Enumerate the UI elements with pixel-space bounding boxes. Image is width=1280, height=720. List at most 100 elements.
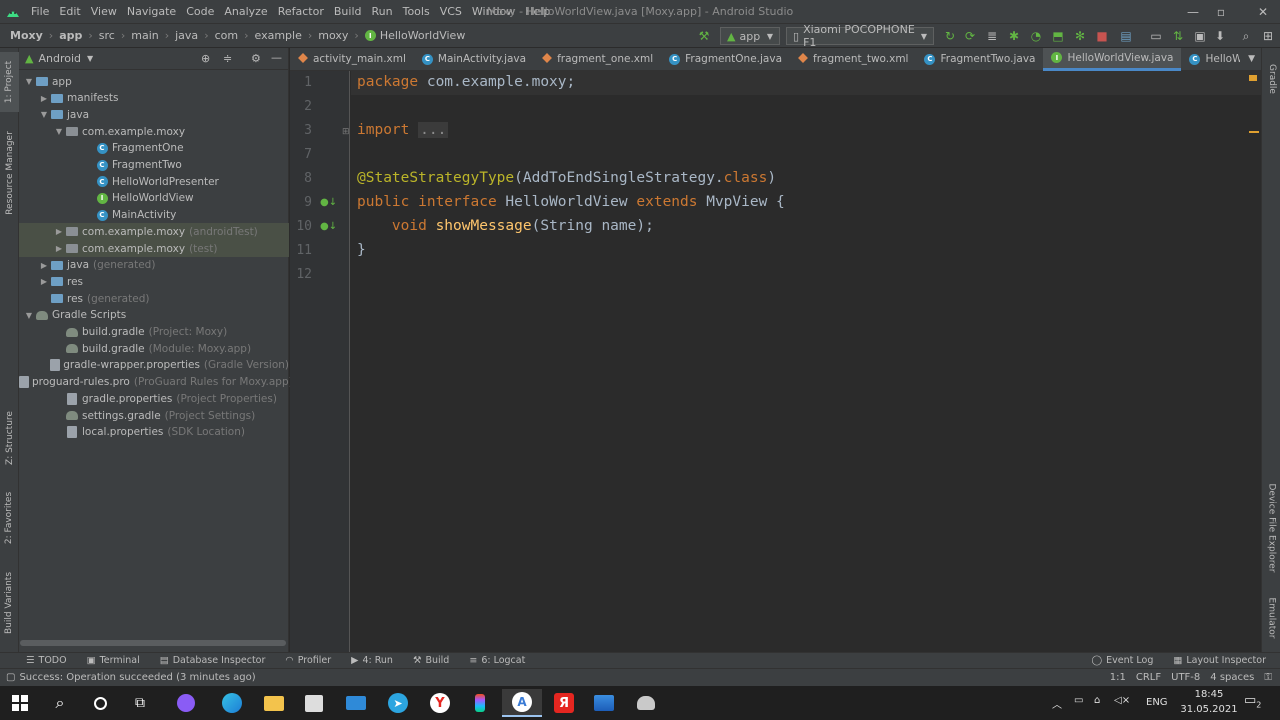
expanded-arrow-icon[interactable]: ▼ [38,110,50,119]
device-manager-icon[interactable]: ▭ [1148,28,1164,44]
file-explorer-icon[interactable] [254,689,294,717]
tab-build-variants[interactable]: Build Variants [0,568,19,638]
clock-date[interactable]: 31.05.2021 [1180,704,1238,715]
close-icon[interactable]: ✕ [1246,0,1280,24]
layout-inspector-button[interactable]: ▦ Layout Inspector [1163,655,1276,666]
rerun-icon[interactable]: ↻ [942,28,958,44]
menu-code[interactable]: Code [181,0,219,24]
hammer-icon[interactable]: ⚒ [696,28,712,44]
run-button[interactable]: ▶ 4: Run [341,655,403,666]
logcat-button[interactable]: ≡ 6: Logcat [459,655,535,666]
collapsed-arrow-icon[interactable]: ▶ [53,227,65,236]
editor-tab[interactable]: C MainActivity.java [414,48,534,71]
event-log-button[interactable]: ◯ Event Log [1082,655,1164,666]
gear-icon[interactable]: ⚙ [251,52,261,65]
edge-icon[interactable] [212,689,252,717]
tab-project[interactable]: 1: Project [0,52,19,112]
tree-item[interactable]: proguard-rules.pro (ProGuard Rules for Mo… [19,374,293,391]
alice-icon[interactable] [166,689,206,717]
tray-chevron-up-icon[interactable]: ︿ [1052,696,1062,711]
yandex-browser-icon[interactable]: Y [420,689,460,717]
avd-icon[interactable]: ▣ [1192,28,1208,44]
locate-icon[interactable]: ⊕ [201,52,210,65]
chevron-down-icon[interactable]: ▼ [87,54,93,63]
line-separator[interactable]: CRLF [1136,672,1161,683]
tab-emulator[interactable]: Emulator [1262,588,1280,648]
tree-item[interactable]: gradle.properties (Project Properties) [19,390,289,407]
photos-icon[interactable] [584,689,624,717]
editor-tab[interactable]: C HelloWorldPres [1181,48,1240,71]
tree-item[interactable]: gradle-wrapper.properties (Gradle Version… [19,357,289,374]
tree-item[interactable]: I HelloWorldView [19,190,289,207]
breadcrumb-item[interactable]: app [57,29,84,42]
status-message[interactable]: Success: Operation succeeded (3 minutes … [19,672,255,683]
tab-device-file-explorer[interactable]: Device File Explorer [1262,468,1280,588]
file-encoding[interactable]: UTF-8 [1171,672,1200,683]
task-view-icon[interactable]: ⧉ [120,689,160,717]
editor-tab[interactable]: fragment_one.xml [534,48,661,71]
menu-help[interactable]: Help [520,0,555,24]
profiler-button[interactable]: ◠ Profiler [275,655,341,666]
device-select[interactable]: ▯ Xiaomi POCOPHONE F1 ▼ [786,23,934,49]
tab-structure[interactable]: Z: Structure [0,408,19,468]
implemented-by-icon[interactable]: ●↓ [320,197,337,208]
gradle-daemon-icon[interactable] [626,689,666,717]
tree-item[interactable]: C FragmentOne [19,140,289,157]
menu-file[interactable]: File [26,0,54,24]
attach-debugger-icon[interactable]: ⬒ [1050,28,1066,44]
menu-run[interactable]: Run [367,0,398,24]
bug-icon[interactable]: ✻ [1072,28,1088,44]
expanded-arrow-icon[interactable]: ▼ [23,77,35,86]
android-studio-task-icon[interactable]: A [502,689,542,717]
collapse-icon[interactable]: ≑ [223,52,232,65]
breadcrumb-item[interactable]: com [213,29,241,42]
mail-icon[interactable] [336,689,376,717]
language-indicator[interactable]: ENG [1146,697,1168,708]
tab-resource-manager[interactable]: Resource Manager [0,128,19,218]
database-inspector-button[interactable]: ▤ Database Inspector [150,655,276,666]
network-icon[interactable]: ⌂ [1094,695,1100,706]
tree-item[interactable]: settings.gradle (Project Settings) [19,407,289,424]
tree-item[interactable]: ▶ com.example.moxy (test) [19,240,289,257]
tree-item[interactable]: res (generated) [19,290,289,307]
breadcrumb-item[interactable]: java [173,29,200,42]
tree-item[interactable]: ▼ app [19,73,289,90]
tree-item[interactable]: ▼ Gradle Scripts [19,307,289,324]
collapsed-arrow-icon[interactable]: ▶ [53,244,65,253]
volume-icon[interactable]: ◁× [1114,695,1130,706]
maximize-icon[interactable]: ▫ [1204,0,1238,24]
editor-tab[interactable]: fragment_two.xml [790,48,916,71]
breadcrumb-item[interactable]: example [253,29,304,42]
lock-icon[interactable]: ⚿ [1264,672,1272,683]
project-structure-icon[interactable]: ▤ [1118,28,1134,44]
search-icon[interactable]: ⌕ [1238,28,1254,44]
terminal-button[interactable]: ▣ Terminal [77,655,150,666]
profile-icon[interactable]: ◔ [1028,28,1044,44]
cortana-icon[interactable] [80,689,120,717]
menu-navigate[interactable]: Navigate [122,0,181,24]
settings-icon[interactable]: ⊞ [1260,28,1276,44]
tab-favorites[interactable]: 2: Favorites [0,488,19,548]
stop-icon[interactable]: ■ [1094,28,1110,44]
editor-tab[interactable]: I HelloWorldView.java [1043,47,1182,71]
breadcrumb-item[interactable]: Moxy [8,29,45,42]
menu-window[interactable]: Window [467,0,520,24]
editor-tab[interactable]: activity_main.xml [290,48,414,71]
build-button[interactable]: ⚒ Build [403,655,459,666]
collapsed-arrow-icon[interactable]: ▶ [38,261,50,270]
tree-item[interactable]: ▼ com.example.moxy [19,123,289,140]
windows-start-icon[interactable] [0,689,40,717]
clock-time[interactable]: 18:45 [1184,689,1234,700]
tab-gradle[interactable]: Gradle [1262,54,1280,104]
debug-icon[interactable]: ✱ [1006,28,1022,44]
expanded-arrow-icon[interactable]: ▼ [53,127,65,136]
collapsed-arrow-icon[interactable]: ▶ [38,277,50,286]
collapsed-arrow-icon[interactable]: ▶ [38,94,50,103]
tree-item[interactable]: ▶ com.example.moxy (androidTest) [19,223,289,241]
editor-tab[interactable]: C FragmentTwo.java [916,48,1043,71]
menu-view[interactable]: View [86,0,122,24]
menu-refactor[interactable]: Refactor [273,0,329,24]
warning-marker[interactable] [1249,131,1259,133]
code-editor[interactable]: package com.example.moxy; import ... @St… [351,71,1261,652]
inspection-marker[interactable] [1249,75,1257,81]
